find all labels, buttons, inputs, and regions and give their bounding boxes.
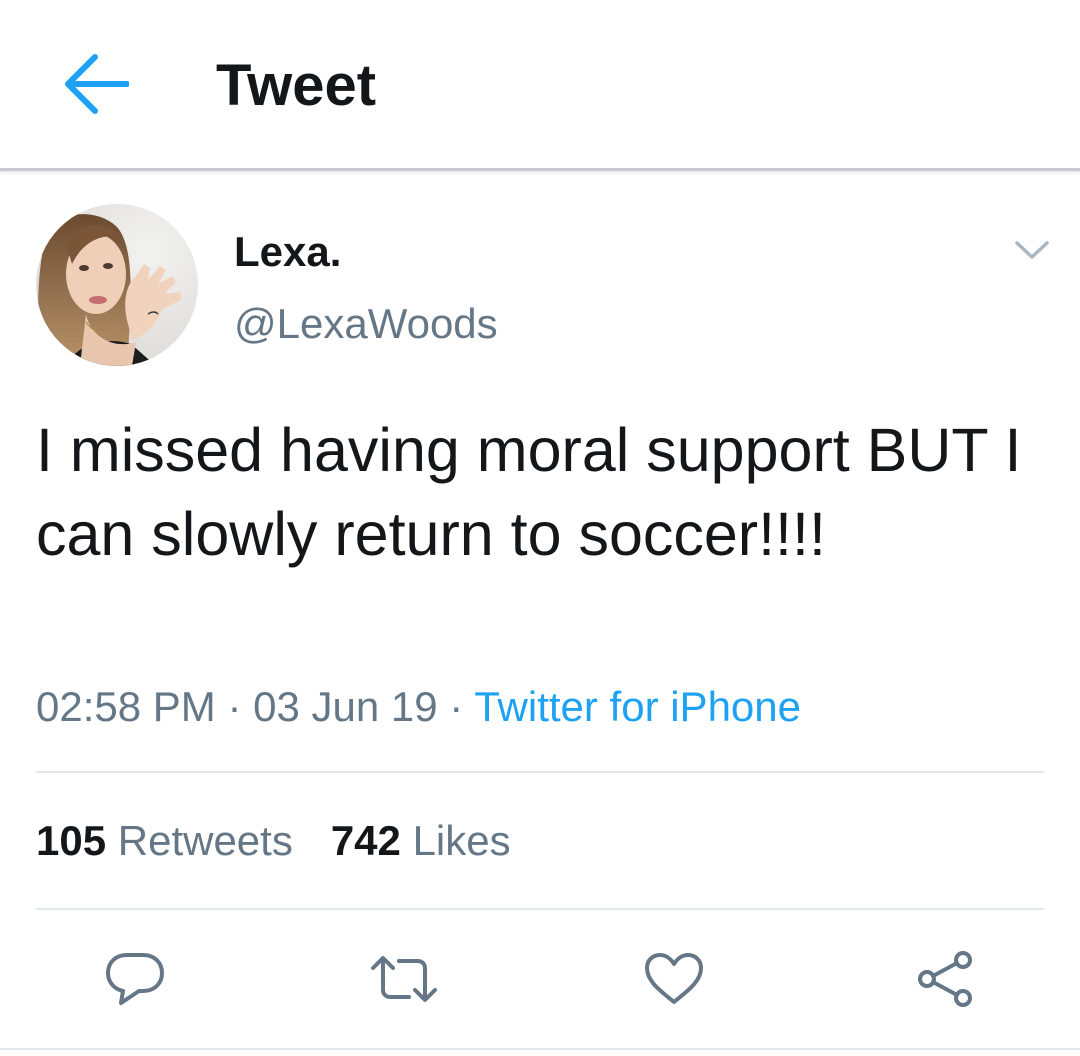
engagement-stats: 105 Retweets 742 Likes <box>36 814 511 868</box>
retweets-label: Retweets <box>117 817 293 864</box>
back-button[interactable] <box>56 46 136 122</box>
divider <box>36 771 1044 773</box>
like-button[interactable] <box>634 944 714 1014</box>
divider <box>36 908 1044 910</box>
heart-icon <box>645 953 703 1004</box>
page-title: Tweet <box>216 53 377 118</box>
share-button[interactable] <box>905 944 985 1014</box>
likes-count: 742 <box>330 817 401 864</box>
tweet-metadata: 02:58 PM · 03 Jun 19 · Twitter for iPhon… <box>36 680 801 734</box>
profile-photo <box>36 204 198 366</box>
reply-button[interactable] <box>95 944 175 1014</box>
author-handle[interactable]: @LexaWoods <box>234 300 498 348</box>
arrow-left-icon <box>65 54 129 114</box>
share-icon <box>918 951 972 1007</box>
likes-stat[interactable]: 742 Likes <box>331 814 511 868</box>
top-app-bar: Tweet <box>0 0 1080 171</box>
retweet-icon <box>371 956 437 1002</box>
tweet-source-link[interactable]: Twitter for iPhone <box>474 683 801 730</box>
tweet-text: I missed having moral support BUT I can … <box>36 416 1022 568</box>
tweet-date: 03 Jun 19 <box>253 683 438 730</box>
tweet-options-button[interactable] <box>1010 230 1054 270</box>
chevron-down-icon <box>1015 241 1049 259</box>
meta-separator: · <box>215 683 254 730</box>
tweet-time: 02:58 PM <box>36 683 216 730</box>
meta-separator: · <box>437 683 475 730</box>
divider <box>0 1048 1080 1050</box>
avatar[interactable] <box>36 204 198 366</box>
likes-label: Likes <box>412 817 511 864</box>
reply-bubble-icon <box>106 953 164 1005</box>
retweet-button[interactable] <box>364 944 444 1014</box>
author-display-name[interactable]: Lexa. <box>234 228 341 276</box>
retweets-stat[interactable]: 105 Retweets <box>36 814 293 868</box>
retweets-count: 105 <box>36 817 107 864</box>
